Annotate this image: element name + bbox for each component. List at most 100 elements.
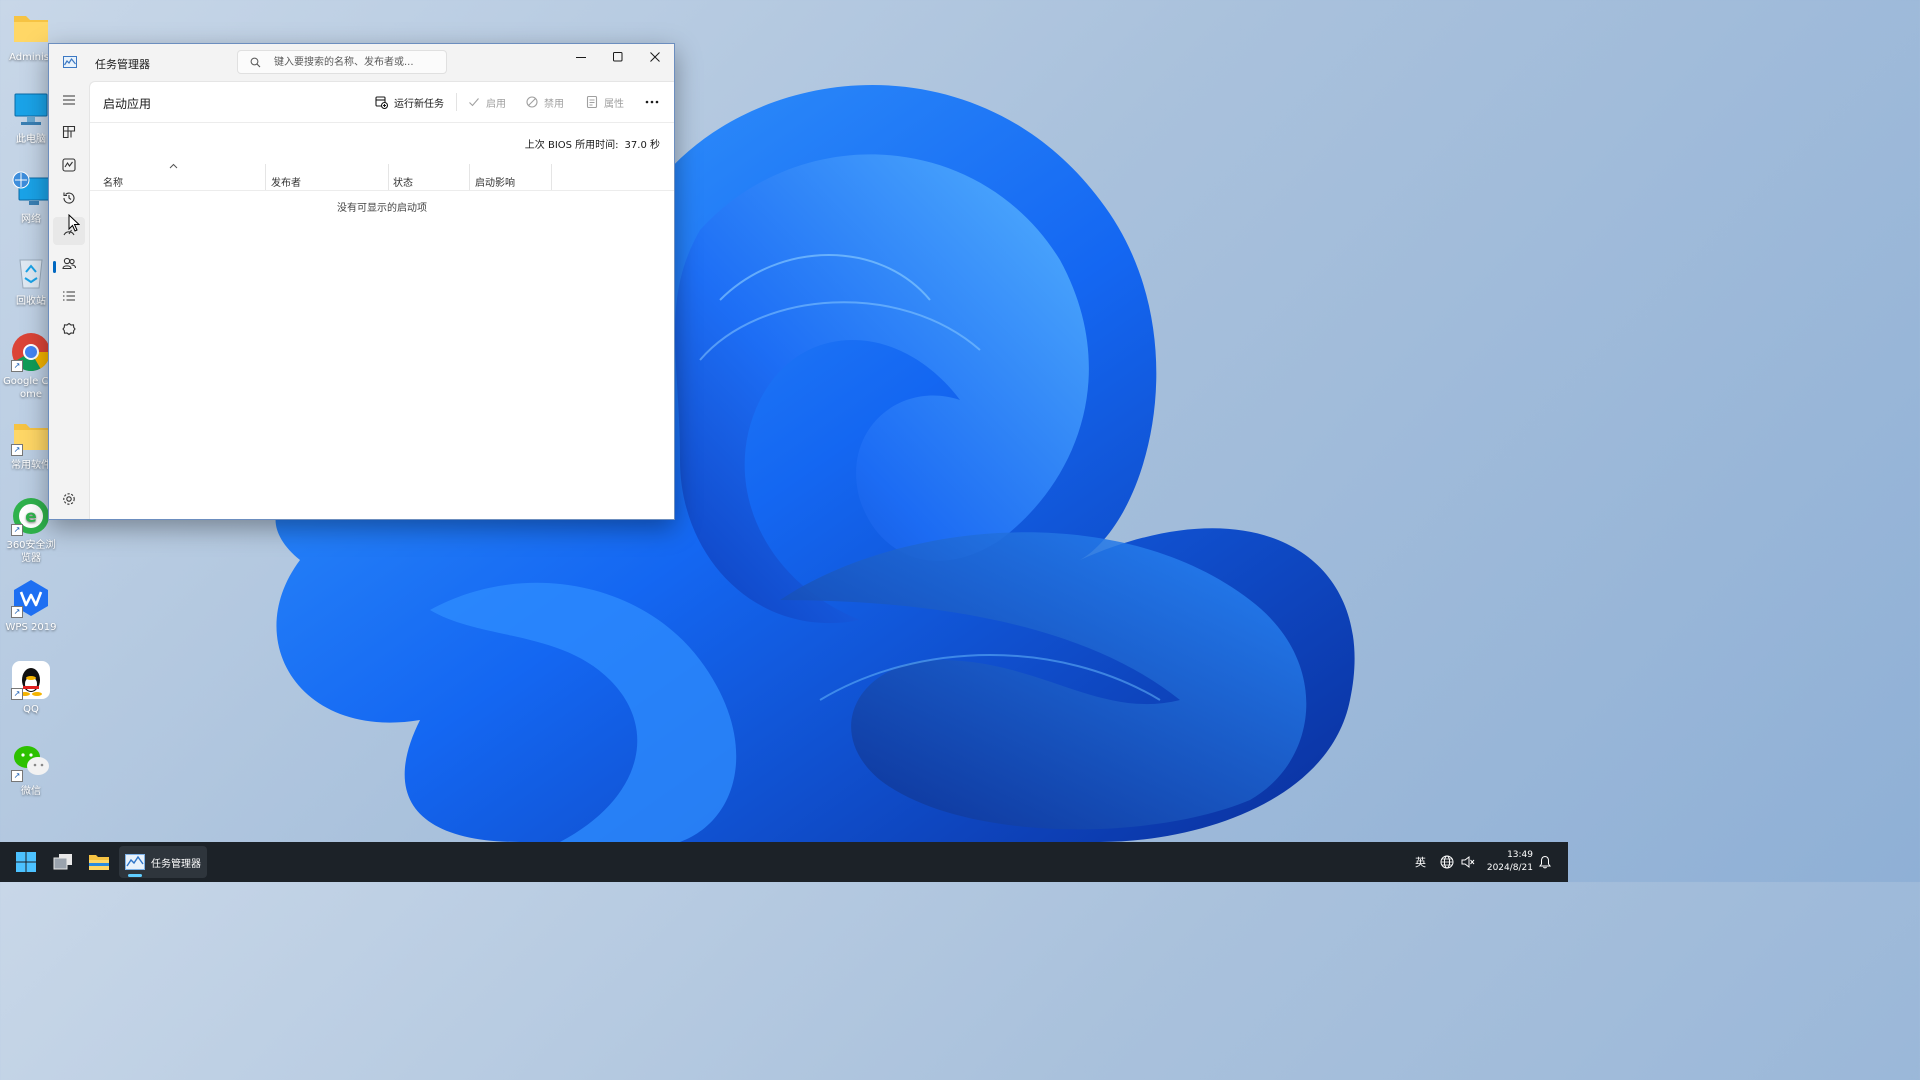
- start-button[interactable]: [10, 846, 42, 878]
- column-header-startup-impact[interactable]: 启动影响: [475, 174, 515, 189]
- disable-button[interactable]: 禁用: [526, 94, 564, 110]
- properties-label: 属性: [604, 98, 624, 110]
- shortcut-arrow-icon: ↗: [11, 524, 23, 536]
- wps-icon: ↗: [11, 578, 51, 618]
- speaker-muted-icon[interactable]: [1461, 855, 1475, 869]
- nav-settings[interactable]: [53, 485, 85, 513]
- column-divider[interactable]: [551, 164, 552, 190]
- nav-performance[interactable]: [53, 151, 85, 179]
- disable-label: 禁用: [544, 98, 564, 110]
- windows-logo-icon: [16, 852, 36, 872]
- shortcut-arrow-icon: ↗: [11, 360, 23, 372]
- clock-time: 13:49: [1507, 850, 1533, 860]
- sort-ascending-icon: [169, 163, 178, 169]
- search-icon: [250, 57, 261, 68]
- window-title: 任务管理器: [95, 58, 150, 71]
- close-button[interactable]: [636, 44, 673, 70]
- enable-label: 启用: [486, 98, 506, 110]
- toolbar-divider: [456, 93, 457, 111]
- nav-services[interactable]: [53, 315, 85, 343]
- desktop-icon-label: 微信: [21, 786, 41, 797]
- shortcut-arrow-icon: ↗: [11, 770, 23, 782]
- title-bar[interactable]: 任务管理器: [49, 44, 674, 81]
- enable-button[interactable]: 启用: [468, 94, 506, 110]
- column-header-publisher[interactable]: 发布者: [271, 174, 301, 189]
- clock-date: 2024/8/21: [1486, 863, 1533, 873]
- performance-icon: [62, 158, 76, 172]
- column-divider[interactable]: [388, 164, 389, 190]
- shortcut-arrow-icon: ↗: [11, 688, 23, 700]
- more-options-icon: [645, 100, 659, 104]
- command-bar: 启动应用 运行新任务 启用 禁用 属性: [90, 82, 674, 123]
- run-new-task-label: 运行新任务: [394, 98, 444, 110]
- mouse-cursor-icon: [68, 214, 80, 232]
- run-new-task-icon: [375, 95, 388, 109]
- nav-app-history[interactable]: [53, 184, 85, 212]
- file-explorer-button[interactable]: [83, 846, 115, 878]
- desktop-icon-wps[interactable]: ↗ WPS 2019: [2, 578, 60, 634]
- page-title: 启动应用: [103, 97, 152, 111]
- nav-menu-toggle[interactable]: [53, 86, 85, 114]
- notification-bell-icon[interactable]: [1539, 855, 1551, 869]
- running-indicator: [128, 874, 142, 877]
- search-input[interactable]: [274, 54, 440, 70]
- nav-users[interactable]: [53, 249, 85, 277]
- desktop-icon-label: QQ: [23, 704, 39, 715]
- column-header-status[interactable]: 状态: [393, 174, 413, 189]
- desktop-icon-wechat[interactable]: ↗ 微信: [2, 742, 60, 798]
- task-manager-app-icon: [125, 854, 145, 870]
- desktop-icon-qq[interactable]: ↗ QQ: [2, 660, 60, 716]
- system-clock[interactable]: 13:49 2024/8/21: [1487, 849, 1533, 875]
- nav-details[interactable]: [53, 282, 85, 310]
- chrome-icon: ↗: [11, 332, 51, 372]
- close-icon: [649, 52, 660, 62]
- file-explorer-icon: [89, 855, 109, 870]
- checkmark-icon: [469, 98, 479, 107]
- services-icon: [62, 322, 76, 336]
- task-view-button[interactable]: [47, 846, 79, 878]
- desktop-icon-label: WPS 2019: [5, 622, 57, 633]
- properties-icon: [586, 96, 598, 108]
- computer-icon: [11, 90, 51, 130]
- taskbar: 任务管理器 英 13:49 2024/8/21: [0, 842, 1568, 882]
- search-box[interactable]: [237, 50, 447, 74]
- nav-processes[interactable]: [53, 118, 85, 146]
- qq-penguin-icon: ↗: [11, 660, 51, 700]
- taskbar-app-label: 任务管理器: [151, 859, 201, 870]
- folder-icon: [11, 8, 51, 48]
- maximize-icon: [612, 52, 622, 62]
- folder-icon: ↗: [11, 416, 51, 456]
- startup-apps-page: 启动应用 运行新任务 启用 禁用 属性 上次 BIOS 所用时间: 37.0 秒…: [89, 81, 674, 519]
- bios-time: 上次 BIOS 所用时间: 37.0 秒: [525, 136, 660, 151]
- settings-icon: [63, 493, 75, 505]
- shortcut-arrow-icon: ↗: [11, 444, 23, 456]
- column-header-name[interactable]: 名称: [103, 174, 123, 189]
- empty-list-message: 没有可显示的启动项: [337, 203, 427, 214]
- more-options-button[interactable]: [645, 94, 665, 110]
- run-new-task-button[interactable]: 运行新任务: [375, 94, 444, 110]
- 360-browser-icon: e ↗: [11, 496, 51, 536]
- input-method-indicator[interactable]: 英: [1415, 854, 1426, 870]
- bios-time-value: 37.0 秒: [624, 140, 660, 151]
- maximize-button[interactable]: [599, 44, 636, 70]
- processes-icon: [62, 125, 76, 139]
- block-icon: [526, 96, 538, 108]
- task-manager-window[interactable]: 任务管理器 键入要搜索的名称、发布者或... 启动应用 运行新任务 启用 禁用 …: [48, 43, 675, 520]
- minimize-icon: [575, 57, 586, 58]
- network-globe-icon[interactable]: [1440, 855, 1454, 869]
- network-icon: [11, 170, 51, 210]
- taskbar-task-manager-button[interactable]: 任务管理器: [119, 846, 207, 878]
- column-divider[interactable]: [469, 164, 470, 190]
- column-divider[interactable]: [265, 164, 266, 190]
- table-header: 名称 发布者 状态 启动影响: [90, 154, 674, 191]
- hamburger-icon: [63, 95, 75, 105]
- svg-text:e: e: [25, 507, 37, 527]
- wechat-icon: ↗: [11, 742, 51, 782]
- properties-button[interactable]: 属性: [586, 94, 624, 110]
- bios-time-label: 上次 BIOS 所用时间:: [524, 140, 619, 151]
- minimize-button[interactable]: [562, 44, 599, 70]
- navigation-pane: [49, 81, 89, 518]
- task-manager-app-icon: [63, 56, 77, 68]
- users-icon: [62, 257, 76, 270]
- desktop-icon-label: 360安全浏览器: [6, 540, 56, 564]
